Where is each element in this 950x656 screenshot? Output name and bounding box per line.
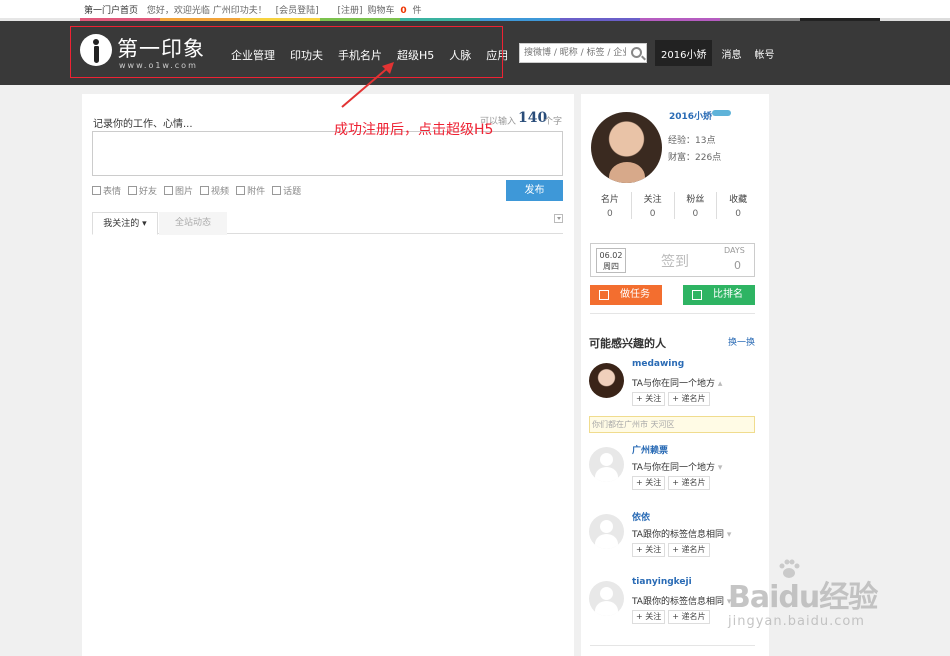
avatar[interactable]	[589, 581, 624, 616]
highlight-box	[70, 26, 503, 78]
person-name[interactable]: 广州赖票	[632, 443, 668, 456]
char-count-value: 140	[518, 110, 548, 126]
friend-icon	[128, 186, 138, 195]
divider	[590, 313, 755, 314]
stat-favorites[interactable]: 收藏 0	[717, 192, 759, 219]
profile-name[interactable]: 2016小娇	[669, 109, 712, 122]
search-box	[519, 43, 647, 63]
signin-widget[interactable]: 06.02 周四 签到 DAYS 0	[590, 243, 755, 277]
follow-button[interactable]: + 关注	[632, 392, 666, 406]
person-actions: + 关注 + 递名片	[632, 392, 710, 406]
person-name[interactable]: tianyingkeji	[632, 577, 692, 587]
tab-following[interactable]: 我关注的 ▾	[92, 212, 158, 235]
watermark-main: Baidu经验	[728, 580, 878, 615]
person-actions: + 关注 + 递名片	[632, 476, 710, 490]
video-tool[interactable]: 视频	[200, 184, 229, 197]
video-icon	[200, 186, 210, 195]
user-name-link[interactable]: 2016小娇	[655, 40, 713, 66]
ranking-button[interactable]: 比排名	[683, 285, 755, 305]
person-actions: + 关注 + 递名片	[632, 610, 710, 624]
tab-all-activity[interactable]: 全站动态	[159, 212, 227, 235]
list-icon	[692, 290, 702, 300]
avatar[interactable]	[589, 514, 624, 549]
signin-date: 06.02 周四	[596, 248, 626, 273]
send-card-button[interactable]: + 递名片	[668, 392, 710, 406]
topic-icon	[272, 186, 282, 195]
topic-tool[interactable]: 话题	[272, 184, 301, 197]
signin-button[interactable]: 签到	[661, 251, 689, 271]
image-tool[interactable]: 图片	[164, 184, 193, 197]
member-login-link[interactable]: [会员登陆]	[276, 6, 319, 16]
person-desc: TA跟你的标签信息相同 ▾	[632, 597, 732, 607]
post-tools: 表情 好友 图片 视频 附件 话题	[92, 184, 301, 197]
main-panel: 记录你的工作、心情... 可以输入 140 个字 表情 好友 图片 视频 附件 …	[82, 94, 574, 656]
welcome-text: 您好，欢迎光临 广州印功夫！	[146, 6, 267, 16]
cart-count: 0	[400, 6, 407, 16]
attachment-icon	[236, 186, 246, 195]
annotation-arrow	[341, 62, 394, 108]
person-desc: TA跟你的标签信息相同 ▾	[632, 530, 732, 540]
checkbox-icon	[599, 290, 609, 300]
follow-button[interactable]: + 关注	[632, 543, 666, 557]
follow-button[interactable]: + 关注	[632, 610, 666, 624]
person-desc: TA与你在同一个地方 ▴	[632, 379, 723, 389]
person-name[interactable]: 依依	[632, 510, 650, 523]
image-icon	[164, 186, 174, 195]
cart-link[interactable]: 购物车	[367, 6, 394, 16]
stat-fans[interactable]: 粉丝 0	[675, 192, 718, 219]
publish-button[interactable]: 发布	[506, 180, 563, 201]
post-prompt: 记录你的工作、心情...	[93, 119, 193, 130]
baidu-watermark: Baidu经验 jingyan.baidu.com	[728, 559, 878, 629]
interest-title: 可能感兴趣的人	[589, 337, 666, 350]
annotation-text: 成功注册后，点击超级H5	[334, 122, 494, 138]
profile-wealth: 财富：226点	[668, 153, 722, 163]
avatar[interactable]	[589, 363, 624, 398]
paw-icon	[779, 559, 800, 578]
person-actions: + 关注 + 递名片	[632, 543, 710, 557]
location-tip: 你们都在广州市 天河区	[589, 416, 755, 433]
caret-down-icon: ▾	[726, 530, 732, 540]
emoji-icon	[92, 186, 101, 195]
top-info-bar: 第一门户首页 您好，欢迎光临 广州印功夫！ [会员登陆] [注册] 购物车 0 …	[0, 0, 950, 18]
send-card-button[interactable]: + 递名片	[668, 476, 710, 490]
register-link[interactable]: [注册]	[338, 6, 363, 16]
profile-exp: 经验：13点	[668, 136, 716, 146]
do-task-button[interactable]: 做任务	[590, 285, 662, 305]
profile-stats: 名片 0 关注 0 粉丝 0 收藏 0	[589, 192, 759, 219]
person-name[interactable]: medawing	[632, 359, 684, 369]
caret-up-icon: ▴	[717, 379, 723, 389]
chevron-down-icon[interactable]	[554, 214, 563, 223]
avatar[interactable]	[591, 112, 662, 183]
user-nav: 2016小娇 消息 帐号	[655, 40, 774, 66]
send-card-button[interactable]: + 递名片	[668, 610, 710, 624]
avatar[interactable]	[589, 447, 624, 482]
days-value: 0	[734, 259, 741, 272]
search-icon[interactable]	[631, 47, 642, 58]
stat-cards[interactable]: 名片 0	[589, 192, 632, 219]
person-desc: TA与你在同一个地方 ▾	[632, 463, 723, 473]
char-count-unit: 个字	[544, 117, 563, 127]
account-link[interactable]: 帐号	[754, 46, 774, 61]
caret-down-icon: ▾	[717, 463, 723, 473]
stat-following[interactable]: 关注 0	[632, 192, 675, 219]
watermark-sub: jingyan.baidu.com	[728, 614, 865, 629]
portal-home-link[interactable]: 第一门户首页	[84, 6, 138, 16]
send-card-button[interactable]: + 递名片	[668, 543, 710, 557]
search-input[interactable]	[520, 44, 626, 62]
divider	[590, 645, 755, 646]
days-label: DAYS	[724, 246, 745, 255]
friend-tool[interactable]: 好友	[128, 184, 157, 197]
vip-badge	[712, 110, 731, 116]
feed-tabs: 我关注的 ▾ 全站动态	[92, 212, 563, 235]
emoji-tool[interactable]: 表情	[92, 184, 121, 197]
follow-button[interactable]: + 关注	[632, 476, 666, 490]
messages-link[interactable]: 消息	[721, 46, 741, 61]
attachment-tool[interactable]: 附件	[236, 184, 265, 197]
cart-unit: 件	[412, 6, 422, 16]
refresh-link[interactable]: 换一换	[728, 335, 755, 348]
